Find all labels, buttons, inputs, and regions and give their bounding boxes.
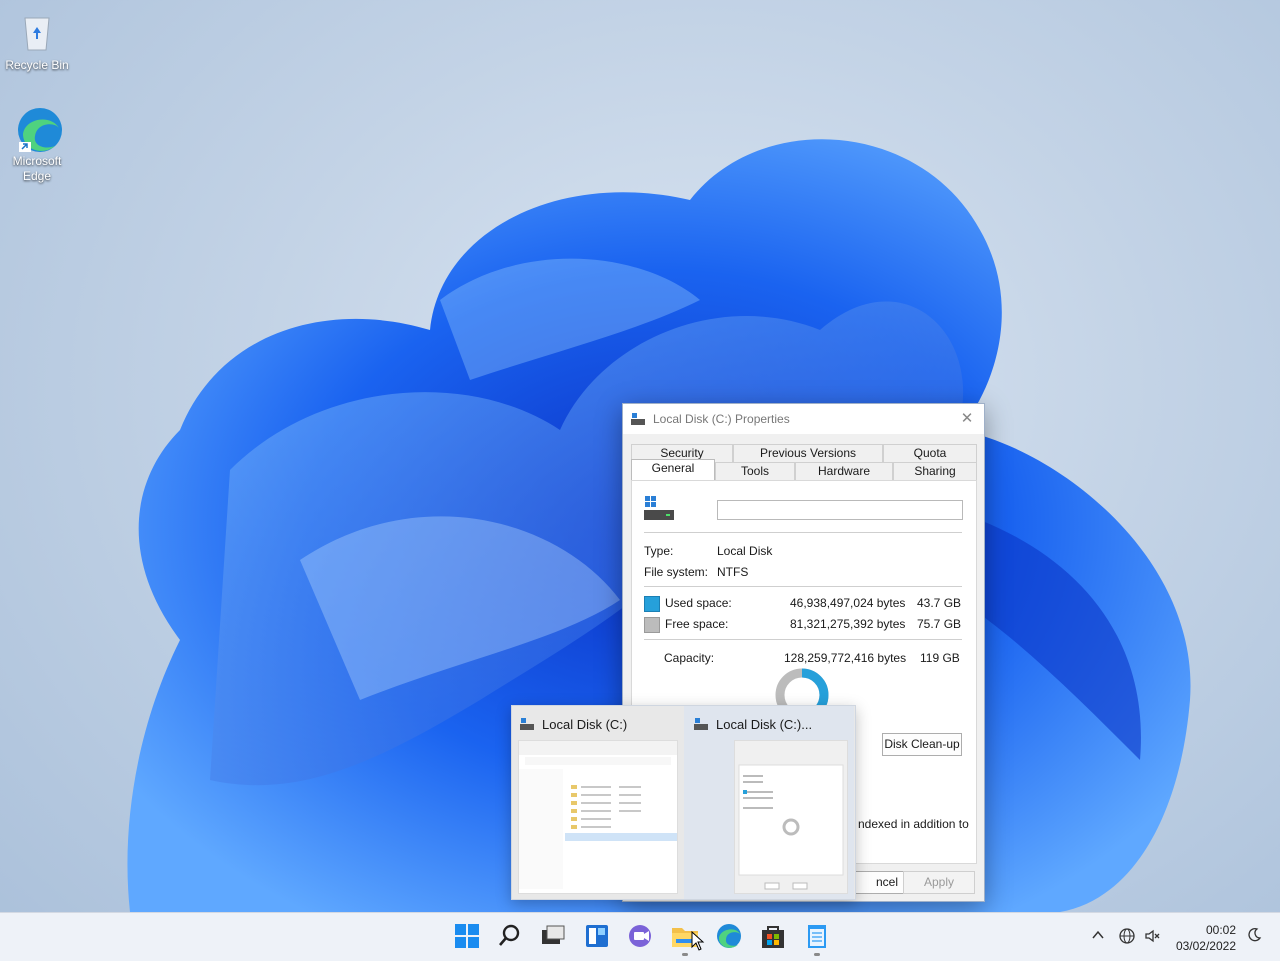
free-space-swatch [644, 617, 660, 633]
file-system-value: NTFS [717, 565, 749, 579]
tab-previous-versions[interactable]: Previous Versions [733, 444, 883, 462]
thumbnail-preview [734, 740, 848, 894]
desktop-icon-label: Recycle Bin [5, 58, 69, 72]
used-space-bytes: 46,938,497,024 bytes [790, 596, 906, 610]
clock-date: 03/02/2022 [1175, 939, 1236, 953]
capacity-label: Capacity: [664, 651, 715, 665]
taskbar-thumbnail-flyout: Local Disk (C:) Local Disk (C:)... [511, 705, 856, 900]
disk-cleanup-button[interactable]: Disk Clean-up [882, 733, 962, 756]
drive-icon [520, 718, 534, 730]
start-icon[interactable] [452, 921, 482, 951]
free-space-gb: 75.7 GB [917, 617, 962, 631]
used-space-gb: 43.7 GB [917, 596, 962, 610]
drive-icon [694, 718, 708, 730]
notepad-icon[interactable] [802, 921, 832, 951]
thumbnail-preview [518, 740, 678, 894]
store-icon[interactable] [758, 921, 788, 951]
tab-hardware[interactable]: Hardware [795, 462, 893, 480]
chevron-up-icon[interactable] [1090, 927, 1106, 946]
drive-icon [631, 413, 645, 425]
free-space-bytes: 81,321,275,392 bytes [790, 617, 906, 631]
recycle-bin-icon [15, 10, 59, 54]
thumbnail-title: Local Disk (C:) [542, 716, 628, 732]
thumbnail-explorer-window[interactable]: Local Disk (C:) [512, 706, 682, 899]
edge-icon[interactable] [714, 921, 744, 951]
chat-icon[interactable] [626, 921, 656, 951]
used-space-swatch [644, 596, 660, 612]
search-icon[interactable] [495, 921, 525, 951]
mouse-cursor-icon [691, 930, 705, 954]
volume-muted-icon[interactable] [1144, 927, 1162, 948]
type-value: Local Disk [717, 544, 773, 558]
tab-sharing[interactable]: Sharing [893, 462, 977, 480]
dialog-title: Local Disk (C:) Properties [653, 412, 790, 426]
tab-quota[interactable]: Quota [883, 444, 977, 462]
thumbnail-properties-window[interactable]: Local Disk (C:)... [684, 706, 854, 899]
used-space-label: Used space: [665, 596, 732, 610]
capacity-bytes: 128,259,772,416 bytes [784, 651, 907, 665]
network-globe-icon[interactable] [1118, 927, 1136, 948]
edge-icon [15, 106, 62, 152]
task-view-icon[interactable] [538, 921, 568, 951]
taskbar: 00:02 03/02/2022 [0, 912, 1280, 961]
widgets-icon[interactable] [582, 921, 612, 951]
drive-name-input[interactable] [717, 500, 963, 520]
dialog-titlebar[interactable]: Local Disk (C:) Properties [623, 404, 984, 434]
clock-time: 00:02 [1205, 923, 1236, 937]
tab-general[interactable]: General [631, 459, 715, 480]
file-system-label: File system: [644, 565, 709, 579]
drive-large-icon [644, 495, 676, 523]
type-label: Type: [644, 544, 674, 558]
tab-row-bottom: General Tools Hardware Sharing [631, 459, 977, 480]
usage-donut-chart [775, 668, 829, 707]
system-clock[interactable]: 00:02 03/02/2022 [1176, 922, 1236, 954]
desktop-icon-label: Microsoft Edge [12, 154, 62, 183]
desktop-icon-edge[interactable]: Microsoft Edge [1, 106, 73, 184]
close-button[interactable]: ✕ [956, 408, 978, 430]
free-space-label: Free space: [665, 617, 729, 631]
apply-button[interactable]: Apply [903, 871, 975, 894]
capacity-gb: 119 GB [920, 651, 960, 665]
tab-tools[interactable]: Tools [715, 462, 795, 480]
desktop-icon-recycle-bin[interactable]: Recycle Bin [1, 10, 73, 73]
focus-assist-moon-icon[interactable] [1246, 927, 1262, 946]
index-checkbox-label: ndexed in addition to [858, 817, 969, 831]
thumbnail-title: Local Disk (C:)... [716, 716, 813, 732]
